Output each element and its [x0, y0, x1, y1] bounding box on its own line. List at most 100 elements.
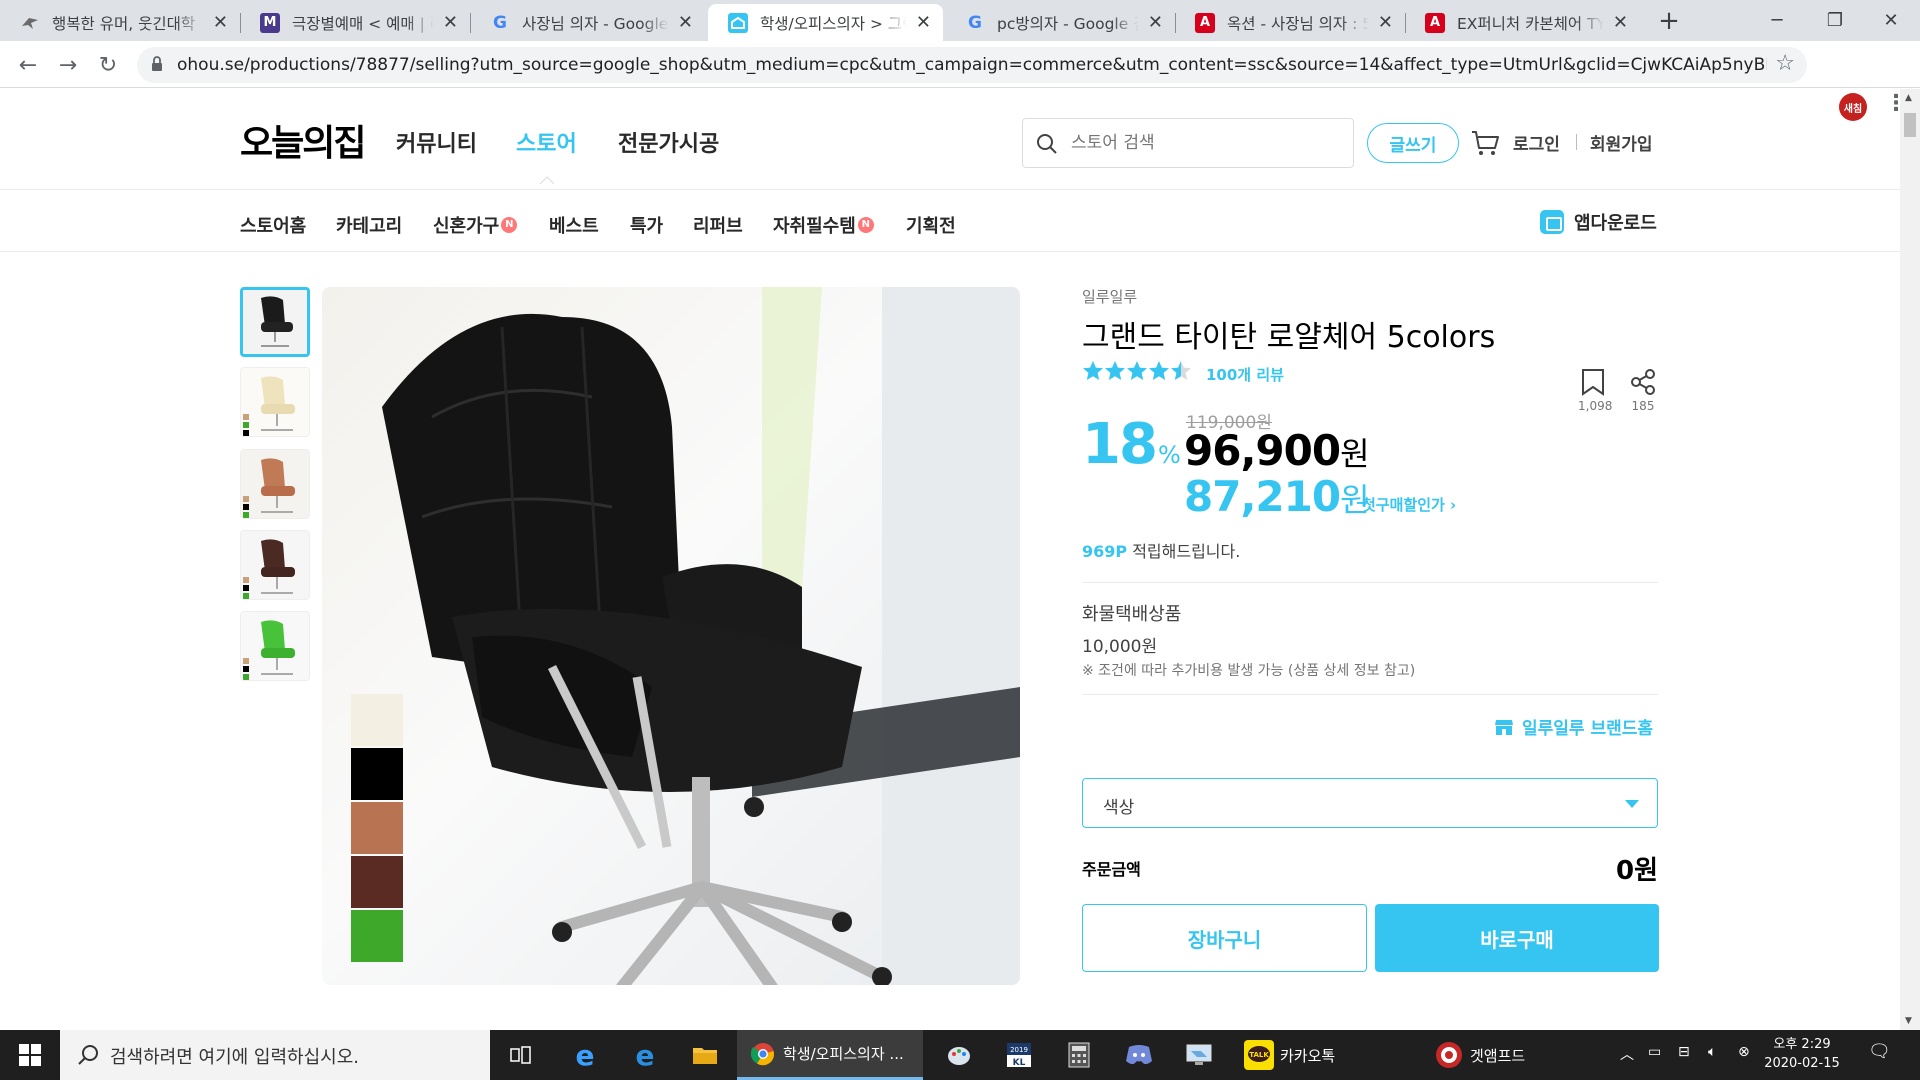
- close-tab-icon[interactable]: ✕: [916, 12, 931, 33]
- new-badge: N: [857, 217, 874, 233]
- search-input[interactable]: [1071, 130, 1341, 156]
- tab-title: 극장별예매 < 예매 | 라이프시어터: [292, 11, 434, 34]
- windows-logo-icon: [19, 1044, 41, 1066]
- sale-price-value: 87,210: [1184, 472, 1341, 521]
- discord-icon[interactable]: [1114, 1030, 1164, 1080]
- getamped-icon: [1436, 1042, 1462, 1068]
- close-tab-icon[interactable]: ✕: [1378, 12, 1393, 33]
- taskbar-search[interactable]: 검색하려면 여기에 입력하십시오.: [60, 1030, 490, 1080]
- ie-icon[interactable]: e: [560, 1030, 610, 1080]
- review-count-link[interactable]: 100개 리뷰: [1206, 364, 1284, 385]
- color-option-select[interactable]: 색상: [1082, 778, 1658, 828]
- subnav-store-home[interactable]: 스토어홈: [240, 212, 306, 238]
- scroll-down-icon[interactable]: ▼: [1905, 1016, 1912, 1026]
- minimize-button[interactable]: ─: [1748, 0, 1806, 41]
- product-thumbnail[interactable]: [240, 530, 310, 600]
- clock-time: 오후 2:29: [1773, 1037, 1831, 1052]
- product-brand[interactable]: 일루일루: [1082, 286, 1137, 307]
- taskbar-clock[interactable]: 오후 2:29 2020-02-15: [1760, 1035, 1844, 1073]
- subnav-best[interactable]: 베스트: [549, 212, 599, 238]
- brand-home-link[interactable]: 일루일루 브랜드홈: [1494, 714, 1653, 739]
- taskbar-chrome-window[interactable]: 학생/오피스의자 ...: [737, 1030, 923, 1080]
- subnav-label: 리퍼브: [693, 216, 743, 237]
- reload-button[interactable]: ↻: [94, 51, 122, 79]
- signup-link[interactable]: 회원가입: [1590, 130, 1653, 155]
- scrollbar-thumb[interactable]: [1904, 113, 1916, 137]
- edge-icon[interactable]: e: [620, 1030, 670, 1080]
- file-explorer-icon[interactable]: [680, 1030, 730, 1080]
- close-tab-icon[interactable]: ✕: [1613, 12, 1628, 33]
- browser-tab[interactable]: M 극장별예매 < 예매 | 라이프시어터 ✕: [240, 4, 470, 41]
- subnav-solo-essentials[interactable]: 자취필수템 N: [773, 212, 874, 238]
- page-scrollbar[interactable]: ▲ ▼: [1900, 89, 1920, 1030]
- app-download-link[interactable]: 앱다운로드: [1540, 209, 1657, 235]
- half-star-icon: [1171, 361, 1191, 380]
- product-thumbnail[interactable]: [240, 611, 310, 681]
- subnav-refurb[interactable]: 리퍼브: [693, 212, 743, 238]
- ime-icon[interactable]: ⊗: [1738, 1044, 1750, 1060]
- close-tab-icon[interactable]: ✕: [678, 12, 693, 33]
- selling-price: 96,900원: [1184, 426, 1370, 475]
- restore-button[interactable]: ❐: [1806, 0, 1864, 41]
- product-thumbnail[interactable]: [240, 449, 310, 519]
- star-icon: [1083, 361, 1103, 380]
- nav-expert[interactable]: 전문가시공: [618, 126, 719, 158]
- task-view-icon[interactable]: [496, 1030, 546, 1080]
- points-value: 969P: [1082, 542, 1128, 561]
- start-button[interactable]: [0, 1030, 60, 1080]
- notification-center-icon[interactable]: 🗨︎: [1868, 1041, 1891, 1062]
- product-thumbnail[interactable]: [240, 287, 310, 357]
- rating-stars[interactable]: [1082, 360, 1192, 382]
- taskbar-kakaotalk-window[interactable]: TALK 카카오톡: [1234, 1030, 1420, 1080]
- nav-store[interactable]: 스토어: [516, 126, 577, 158]
- calculator-icon[interactable]: [1054, 1030, 1104, 1080]
- subnav-label: 카테고리: [336, 216, 403, 237]
- taskbar-getamped-window[interactable]: 겟앰프드: [1424, 1030, 1610, 1080]
- volume-icon[interactable]: 🔈︎: [1708, 1044, 1716, 1060]
- tray-overflow-icon[interactable]: ︿: [1620, 1044, 1634, 1064]
- nav-community[interactable]: 커뮤니티: [396, 126, 477, 158]
- write-button[interactable]: 글쓰기: [1367, 123, 1459, 163]
- subnav-deal[interactable]: 특가: [630, 212, 663, 238]
- browser-tab-active[interactable]: 학생/오피스의자 > 그랜드 ✕: [708, 4, 943, 41]
- buy-now-button[interactable]: 바로구매: [1375, 904, 1659, 972]
- scrap-button[interactable]: 1,098: [1578, 368, 1612, 413]
- browser-tab[interactable]: A 옥션 - 사장님 의자 : 5 ✕: [1175, 4, 1405, 41]
- ohouse-favicon-icon: [728, 12, 748, 33]
- subnav-wedding[interactable]: 신혼가구 N: [433, 212, 518, 238]
- network-icon[interactable]: ⊟: [1678, 1044, 1690, 1060]
- app-download-label: 앱다운로드: [1574, 213, 1657, 234]
- store-search[interactable]: [1022, 118, 1354, 168]
- login-link[interactable]: 로그인: [1513, 130, 1560, 155]
- kl-app-icon[interactable]: 2019 KL: [994, 1030, 1044, 1080]
- cart-icon[interactable]: [1470, 128, 1500, 158]
- subnav-category[interactable]: 카테고리: [336, 212, 402, 238]
- browser-tab[interactable]: 행복한 유머, 웃긴대학 ✕: [0, 4, 240, 41]
- close-tab-icon[interactable]: ✕: [213, 12, 228, 33]
- scroll-up-icon[interactable]: ▲: [1905, 93, 1912, 103]
- close-tab-icon[interactable]: ✕: [1148, 12, 1163, 33]
- close-tab-icon[interactable]: ✕: [443, 12, 458, 33]
- browser-tab[interactable]: A EX퍼니처 카본체어 TYPE ✕: [1405, 4, 1640, 41]
- product-main-image[interactable]: [322, 287, 1020, 985]
- browser-tab[interactable]: G pc방의자 - Google 검색 ✕: [945, 4, 1175, 41]
- address-bar[interactable]: ohou.se/productions/78877/selling?utm_so…: [137, 47, 1807, 83]
- add-to-cart-button[interactable]: 장바구니: [1082, 904, 1367, 972]
- forward-button[interactable]: →: [54, 51, 82, 79]
- close-window-button[interactable]: ✕: [1862, 0, 1920, 41]
- share-button[interactable]: 185: [1628, 368, 1658, 413]
- profile-avatar[interactable]: 새침: [1839, 93, 1867, 121]
- subnav-label: 스토어홈: [240, 216, 307, 237]
- site-logo[interactable]: 오늘의집: [240, 114, 366, 166]
- battery-icon[interactable]: ▭: [1648, 1044, 1661, 1060]
- remote-desktop-icon[interactable]: [1174, 1030, 1224, 1080]
- chevron-down-icon: [1625, 800, 1639, 808]
- product-thumbnail[interactable]: [240, 367, 310, 437]
- first-purchase-link[interactable]: 첫구매할인가 ›: [1362, 494, 1456, 515]
- back-button[interactable]: ←: [14, 51, 42, 79]
- browser-tab[interactable]: G 사장님 의자 - Google 검색 ✕: [470, 4, 705, 41]
- bookmark-star-icon[interactable]: ☆: [1775, 51, 1795, 76]
- paint-icon[interactable]: [934, 1030, 984, 1080]
- new-tab-button[interactable]: +: [1655, 8, 1683, 36]
- subnav-exhibition[interactable]: 기획전: [906, 212, 956, 238]
